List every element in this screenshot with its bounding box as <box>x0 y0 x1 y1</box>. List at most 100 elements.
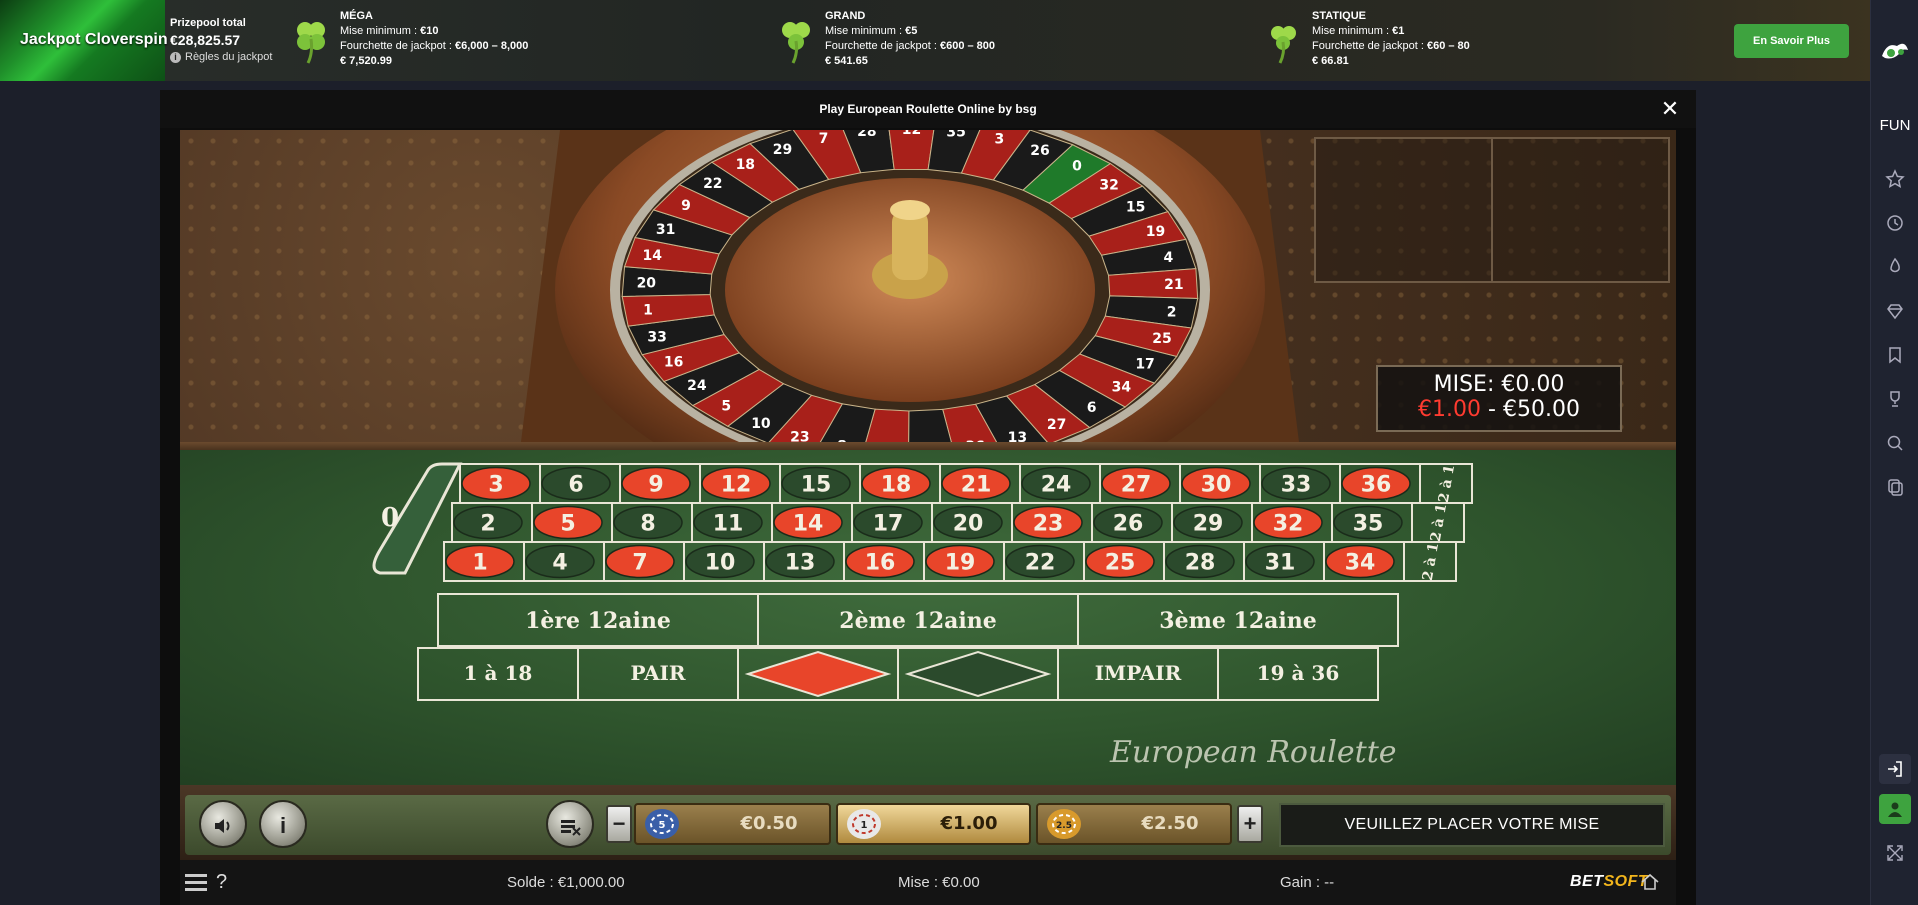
clear-bets-icon <box>561 820 581 836</box>
wheel-number: 27 <box>1047 417 1066 433</box>
chip-icon: 5 <box>645 809 679 839</box>
wheel-number: 34 <box>1112 379 1132 395</box>
star-icon[interactable] <box>1885 169 1905 189</box>
chip-selector-high[interactable]: 2.5 €2.50 <box>1036 803 1232 845</box>
max-bet: €50.00 <box>1502 397 1580 422</box>
bet-number: 2 <box>480 512 495 537</box>
tier-range-label: Fourchette de jackpot : <box>1312 40 1424 52</box>
wheel-number: 33 <box>647 329 666 345</box>
dozen-label: 3ème 12aine <box>1159 608 1316 634</box>
speaker-icon <box>215 819 230 833</box>
tier-min-label: Mise minimum : <box>825 25 903 37</box>
wheel-number: 20 <box>637 275 657 291</box>
wheel-number: 22 <box>703 176 722 192</box>
wheel-number: 21 <box>1164 277 1183 293</box>
clear-bets-button[interactable] <box>546 800 594 848</box>
outside-bet-label: 19 à 36 <box>1257 661 1340 685</box>
clover-icon <box>297 22 325 64</box>
bet-number: 29 <box>1193 512 1224 537</box>
chip-selector-selected[interactable]: 1 €1.00 <box>836 803 1031 845</box>
bet-number: 7 <box>632 551 647 576</box>
bet-number: 34 <box>1345 551 1376 576</box>
betting-table: 03 6 9 12 15 18 21 24 27 30 33 362 5 8 11 14 17 20 23 26 29 3… <box>372 462 1473 701</box>
help-button[interactable]: ? <box>216 860 227 905</box>
control-panel: i − 5 €0.50 1 €1.00 2.5 €2.50 + VEUILLEZ… <box>185 795 1671 855</box>
bet-number: 27 <box>1121 473 1152 498</box>
bet-number: 15 <box>801 473 832 498</box>
info-button[interactable]: i <box>259 800 307 848</box>
wheel-number: 10 <box>751 416 771 432</box>
learn-more-button[interactable]: En Savoir Plus <box>1734 24 1849 58</box>
clock-icon[interactable] <box>1885 213 1905 233</box>
prizepool: Prizepool total €28,825.57 i Règles du j… <box>170 17 272 63</box>
increase-chip-button[interactable]: + <box>1237 805 1263 843</box>
wheel-number: 15 <box>1126 199 1145 215</box>
jackpot-rules-label: Règles du jackpot <box>185 51 273 63</box>
jackpot-tier-grand: GRAND Mise minimum : €5 Fourchette de ja… <box>777 9 995 69</box>
chip-value: €2.50 <box>1141 813 1199 834</box>
tier-min-value: €5 <box>905 25 918 37</box>
search-icon[interactable] <box>1885 433 1905 453</box>
bet-number: 6 <box>568 473 583 498</box>
bet-limit-display: MISE: €0.00 €1.00 - €50.00 <box>1376 365 1622 432</box>
bet-number: 36 <box>1361 473 1392 498</box>
cards-icon[interactable] <box>1885 477 1905 497</box>
user-button[interactable] <box>1879 794 1911 824</box>
user-icon <box>1888 802 1902 817</box>
wheel-number: 31 <box>656 222 675 238</box>
bet-number: 19 <box>945 551 976 576</box>
bet-number: 13 <box>785 551 816 576</box>
wheel-number: 9 <box>681 198 691 214</box>
decrease-chip-button[interactable]: − <box>606 805 632 843</box>
dozen-label: 2ème 12aine <box>839 608 996 634</box>
clover-icon <box>1271 26 1296 64</box>
right-sidebar: FUN <box>1870 0 1918 905</box>
expand-icon[interactable] <box>1885 843 1905 863</box>
wheel-number: 4 <box>1164 250 1174 266</box>
jackpot-rules-link[interactable]: i Règles du jackpot <box>170 51 272 63</box>
wheel-number: 14 <box>643 248 663 264</box>
provider-logo-a: BET <box>1570 873 1604 890</box>
jackpot-banner: Jackpot Cloverspin Prizepool total €28,8… <box>0 0 1870 81</box>
wheel-number: 6 <box>1087 400 1097 416</box>
wheel-number: 32 <box>1099 177 1118 193</box>
tier-amount: € 66.81 <box>1312 55 1349 67</box>
flame-icon[interactable] <box>1885 257 1905 277</box>
chip-selector-low[interactable]: 5 €0.50 <box>634 803 831 845</box>
bet-number: 10 <box>705 551 736 576</box>
win-amount: Gain : -- <box>1280 874 1335 891</box>
game-window-header: Play European Roulette Online by bsg ✕ <box>160 90 1696 128</box>
menu-icon[interactable] <box>185 872 207 892</box>
diamond-icon[interactable] <box>1885 301 1905 321</box>
wheel-number: 35 <box>946 130 965 140</box>
trophy-icon[interactable] <box>1885 389 1905 409</box>
bet-number: 9 <box>648 473 663 498</box>
outside-bet-label: 1 à 18 <box>464 661 533 685</box>
bet-number: 21 <box>961 473 992 498</box>
game-window-title: Play European Roulette Online by bsg <box>819 102 1037 116</box>
chip-label: 1 <box>861 820 868 831</box>
bet-number: 23 <box>1033 512 1064 537</box>
tier-amount: € 541.65 <box>825 55 868 67</box>
home-icon[interactable] <box>1640 872 1660 892</box>
chip-value: €0.50 <box>740 813 798 834</box>
outside-bet-label: PAIR <box>630 661 685 685</box>
clover-icon <box>782 22 810 64</box>
sound-button[interactable] <box>199 800 247 848</box>
control-bar: i − 5 €0.50 1 €1.00 2.5 €2.50 + VEUILLEZ… <box>180 785 1676 860</box>
wheel-number: 2 <box>1167 304 1177 320</box>
close-icon[interactable]: ✕ <box>1660 98 1680 120</box>
game-info-bar: ? Solde : €1,000.00 Mise : €0.00 Gain : … <box>180 860 1676 905</box>
wheel-number: 26 <box>1030 143 1049 159</box>
login-button[interactable] <box>1879 754 1911 784</box>
bet-number: 25 <box>1105 551 1136 576</box>
chip-label: 5 <box>659 820 666 831</box>
brand-logo-icon[interactable] <box>1879 36 1911 68</box>
bet-number: 11 <box>713 512 744 537</box>
wheel-number: 12 <box>902 130 921 138</box>
total-bet: Mise : €0.00 <box>898 874 980 891</box>
bookmark-icon[interactable] <box>1885 345 1905 365</box>
chip-label: 2.5 <box>1056 821 1072 831</box>
tier-min-label: Mise minimum : <box>340 25 418 37</box>
game-window: Play European Roulette Online by bsg ✕ 0… <box>160 90 1696 905</box>
